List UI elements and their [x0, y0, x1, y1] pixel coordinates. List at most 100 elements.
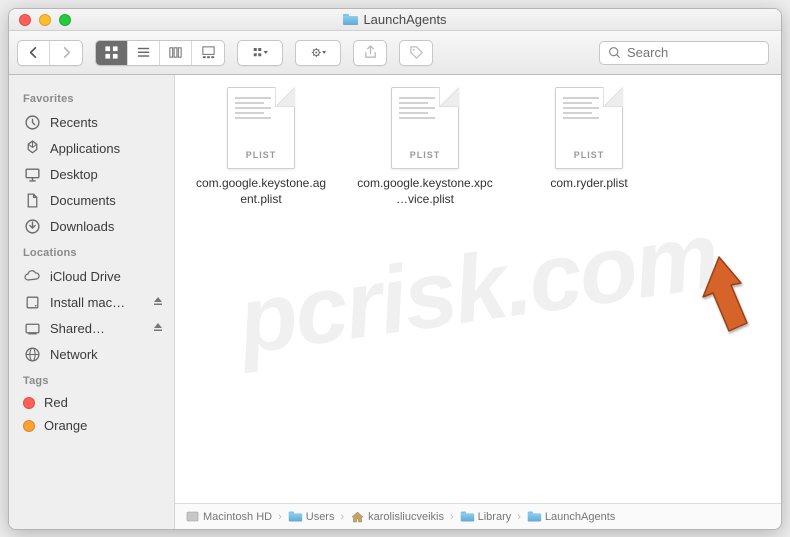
path-label: karolisliucveikis	[368, 511, 444, 523]
sidebar-item-icloud[interactable]: iCloud Drive	[9, 263, 174, 289]
path-separator: ›	[276, 511, 284, 523]
eject-icon[interactable]	[152, 295, 164, 310]
sidebar-item-label: Red	[44, 395, 68, 410]
sidebar-item-recents[interactable]: Recents	[9, 109, 174, 135]
view-mode-buttons	[95, 40, 225, 66]
content-area: pcrisk.com PLIST com.google.keystone.age…	[175, 75, 781, 529]
chevron-right-icon	[59, 45, 74, 60]
sidebar-item-applications[interactable]: Applications	[9, 135, 174, 161]
path-crumb[interactable]: Users	[288, 511, 335, 523]
sidebar-item-label: iCloud Drive	[50, 269, 121, 284]
path-label: Macintosh HD	[203, 511, 272, 523]
gallery-icon	[201, 45, 216, 60]
path-separator: ›	[515, 511, 523, 523]
tag-dot-icon	[23, 397, 35, 409]
list-icon	[136, 45, 151, 60]
sidebar-item-shared[interactable]: Shared…	[9, 315, 174, 341]
file-item[interactable]: PLIST com.ryder.plist	[521, 87, 657, 191]
sidebar-item-label: Orange	[44, 418, 87, 433]
file-grid[interactable]: pcrisk.com PLIST com.google.keystone.age…	[175, 75, 781, 503]
folder-icon	[460, 511, 474, 523]
sidebar-item-network[interactable]: Network	[9, 341, 174, 367]
gallery-view-button[interactable]	[192, 41, 224, 65]
action-menu[interactable]	[295, 40, 341, 66]
search-field[interactable]	[599, 41, 769, 65]
search-input[interactable]	[627, 45, 747, 60]
share-icon	[363, 45, 378, 60]
documents-icon	[23, 191, 41, 209]
path-label: Library	[478, 511, 512, 523]
sidebar-item-documents[interactable]: Documents	[9, 187, 174, 213]
folder-icon	[527, 511, 541, 523]
sidebar-item-desktop[interactable]: Desktop	[9, 161, 174, 187]
columns-icon	[168, 45, 183, 60]
path-crumb[interactable]: LaunchAgents	[527, 511, 615, 523]
sidebar-item-label: Downloads	[50, 219, 114, 234]
toolbar	[9, 31, 781, 75]
finder-window: LaunchAgents	[8, 8, 782, 530]
sidebar-tag-red[interactable]: Red	[9, 391, 174, 414]
share-button[interactable]	[353, 40, 387, 66]
path-crumb[interactable]: Macintosh HD	[185, 511, 272, 523]
home-icon	[350, 511, 364, 523]
path-crumb[interactable]: karolisliucveikis	[350, 511, 444, 523]
path-bar: Macintosh HD › Users › karolisliucveikis…	[175, 503, 781, 529]
sidebar-tag-orange[interactable]: Orange	[9, 414, 174, 437]
file-name: com.google.keystone.agent.plist	[193, 175, 329, 207]
sidebar-item-label: Desktop	[50, 167, 98, 182]
path-label: Users	[306, 511, 335, 523]
file-item[interactable]: PLIST com.google.keystone.xpc…vice.plist	[357, 87, 493, 207]
chevron-left-icon	[26, 45, 41, 60]
eject-icon[interactable]	[152, 321, 164, 336]
search-icon	[608, 46, 621, 59]
plist-file-icon: PLIST	[555, 87, 623, 169]
close-button[interactable]	[19, 14, 31, 26]
sidebar-item-label: Shared…	[50, 321, 105, 336]
column-view-button[interactable]	[160, 41, 192, 65]
folder-icon	[288, 511, 302, 523]
shared-icon	[23, 319, 41, 337]
group-menu[interactable]	[237, 40, 283, 66]
path-crumb[interactable]: Library	[460, 511, 512, 523]
file-item[interactable]: PLIST com.google.keystone.agent.plist	[193, 87, 329, 207]
plist-file-icon: PLIST	[391, 87, 459, 169]
apps-icon	[23, 139, 41, 157]
file-name: com.ryder.plist	[550, 175, 627, 191]
group-icon	[253, 45, 268, 60]
sidebar-item-label: Network	[50, 347, 98, 362]
sidebar-heading-locations: Locations	[9, 239, 174, 263]
file-name: com.google.keystone.xpc…vice.plist	[357, 175, 493, 207]
icloud-icon	[23, 267, 41, 285]
folder-icon	[343, 14, 358, 25]
sidebar-item-install[interactable]: Install mac…	[9, 289, 174, 315]
path-label: LaunchAgents	[545, 511, 615, 523]
path-separator: ›	[448, 511, 456, 523]
traffic-lights	[19, 14, 71, 26]
icon-view-button[interactable]	[96, 41, 128, 65]
downloads-icon	[23, 217, 41, 235]
tags-button[interactable]	[399, 40, 433, 66]
sidebar-item-downloads[interactable]: Downloads	[9, 213, 174, 239]
annotation-arrow	[689, 253, 759, 343]
watermark: pcrisk.com	[232, 202, 724, 377]
disk-icon	[23, 293, 41, 311]
tag-icon	[409, 45, 424, 60]
plist-file-icon: PLIST	[227, 87, 295, 169]
grid-icon	[104, 45, 119, 60]
window-title: LaunchAgents	[363, 12, 446, 27]
sidebar-heading-tags: Tags	[9, 367, 174, 391]
titlebar: LaunchAgents	[9, 9, 781, 31]
back-button[interactable]	[18, 41, 50, 65]
list-view-button[interactable]	[128, 41, 160, 65]
gear-icon	[311, 45, 326, 60]
clock-icon	[23, 113, 41, 131]
sidebar-item-label: Applications	[50, 141, 120, 156]
maximize-button[interactable]	[59, 14, 71, 26]
path-separator: ›	[338, 511, 346, 523]
sidebar: Favorites Recents Applications Desktop D…	[9, 75, 175, 529]
network-icon	[23, 345, 41, 363]
disk-icon	[185, 511, 199, 523]
minimize-button[interactable]	[39, 14, 51, 26]
forward-button[interactable]	[50, 41, 82, 65]
sidebar-item-label: Install mac…	[50, 295, 125, 310]
